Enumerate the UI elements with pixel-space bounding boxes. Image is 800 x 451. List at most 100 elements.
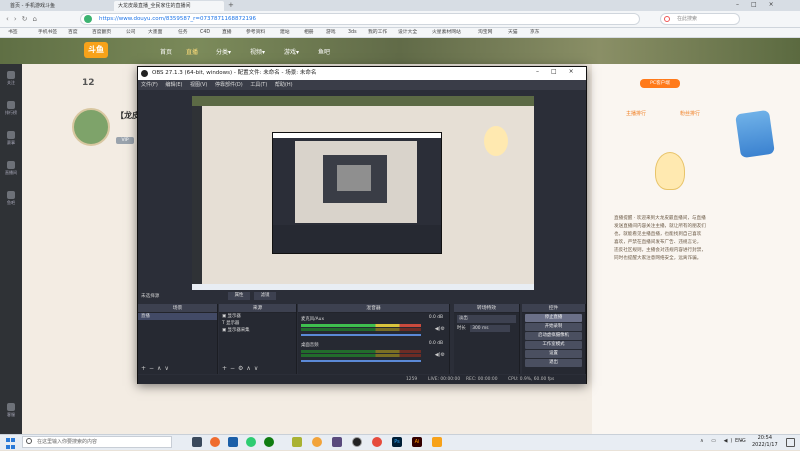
bookmark-item[interactable]: 我的工作 bbox=[368, 29, 387, 37]
properties-button[interactable]: 属性 bbox=[228, 292, 250, 300]
window-controls[interactable]: –□× bbox=[736, 1, 786, 8]
close-button[interactable]: × bbox=[769, 1, 786, 8]
filters-button[interactable]: 滤镜 bbox=[254, 292, 276, 300]
folder-icon[interactable] bbox=[432, 437, 442, 447]
stop-streaming-button[interactable]: 停止直播 bbox=[525, 314, 582, 322]
chrome-icon[interactable] bbox=[246, 437, 256, 447]
tab-streamer-rank[interactable]: 主播排行 bbox=[626, 110, 646, 117]
obs-taskbar-icon[interactable] bbox=[352, 437, 362, 447]
menu-help[interactable]: 帮助(H) bbox=[275, 82, 293, 88]
mute-icon[interactable]: ◀)⚙ bbox=[435, 352, 445, 358]
taskbar-search-input[interactable]: 在这里输入你要搜索的内容 bbox=[22, 436, 172, 448]
volume-slider[interactable] bbox=[301, 360, 421, 362]
studio-mode-button[interactable]: 工作室模式 bbox=[525, 341, 582, 349]
streamer-avatar[interactable] bbox=[72, 108, 110, 146]
bookmark-item[interactable]: 直播 bbox=[222, 29, 232, 37]
bookmark-item[interactable]: 游戏 bbox=[326, 29, 336, 37]
bookmark-item[interactable]: 火星素材网站 bbox=[432, 29, 461, 37]
back-icon[interactable]: ‹ bbox=[6, 15, 14, 23]
obs-window-controls[interactable]: –□× bbox=[536, 68, 586, 75]
bookmark-item[interactable]: 相册 bbox=[304, 29, 314, 37]
language-indicator[interactable]: ENG bbox=[735, 438, 746, 444]
duration-input[interactable]: 300 ms bbox=[470, 325, 511, 332]
settings-button[interactable]: 设置 bbox=[525, 350, 582, 358]
start-recording-button[interactable]: 开始录制 bbox=[525, 323, 582, 331]
volume-slider[interactable] bbox=[301, 334, 421, 336]
steam-icon[interactable] bbox=[228, 437, 238, 447]
new-tab-button[interactable]: + bbox=[228, 1, 234, 10]
reload-icon[interactable]: ↻ bbox=[22, 15, 33, 23]
url-input[interactable]: https://www.douyu.com/8359587_r=07378711… bbox=[80, 13, 640, 25]
task-view-icon[interactable] bbox=[192, 437, 202, 447]
bookmark-item[interactable]: 淘宝网 bbox=[478, 29, 492, 37]
menu-docks[interactable]: 停靠部件(D) bbox=[215, 82, 243, 88]
bookmark-item[interactable]: 3ds bbox=[348, 29, 357, 37]
rail-rank[interactable]: 排行榜 bbox=[2, 98, 20, 122]
bookmark-item[interactable]: 建站 bbox=[280, 29, 290, 37]
firefox-icon[interactable] bbox=[210, 437, 220, 447]
nav-category[interactable]: 分类▾ bbox=[216, 47, 231, 56]
menu-tools[interactable]: 工具(T) bbox=[250, 82, 267, 88]
minimize-button[interactable]: – bbox=[536, 68, 551, 75]
bookmark-item[interactable]: 百度 bbox=[68, 29, 78, 37]
nav-arrows[interactable]: ‹›↻⌂ bbox=[6, 15, 42, 23]
source-item[interactable]: T 显示器 bbox=[219, 320, 296, 327]
bookmark-item[interactable]: 设计大全 bbox=[398, 29, 417, 37]
menu-view[interactable]: 视图(V) bbox=[190, 82, 207, 88]
tab-home[interactable]: 首页 - 手机游戏斗鱼 bbox=[6, 1, 110, 11]
rail-events[interactable]: 赛事 bbox=[2, 128, 20, 152]
maximize-button[interactable]: □ bbox=[551, 68, 569, 75]
rail-rooms[interactable]: 直播间 bbox=[2, 158, 20, 182]
pc-client-button[interactable]: PC客户端 bbox=[640, 79, 680, 88]
tab-live-room[interactable]: 大龙皮最直播_全民家住的直播间 bbox=[114, 1, 224, 11]
start-button[interactable] bbox=[6, 437, 16, 449]
bookmark-item[interactable]: 天猫 bbox=[508, 29, 518, 37]
photoshop-icon[interactable]: Ps bbox=[392, 437, 402, 447]
rail-service[interactable]: 客服 bbox=[2, 400, 20, 424]
rail-fishbar[interactable]: 鱼吧 bbox=[2, 188, 20, 212]
xbox-icon[interactable] bbox=[264, 437, 274, 447]
scene-actions[interactable]: +−∧∨ bbox=[138, 364, 172, 373]
obs-window[interactable]: OBS 27.1.3 (64-bit, windows) - 配置文件: 未命名… bbox=[137, 66, 587, 384]
minimize-button[interactable]: – bbox=[736, 1, 751, 8]
source-actions[interactable]: +−⚙∧∨ bbox=[219, 364, 261, 373]
bookmark-item[interactable]: 手机书签 bbox=[38, 29, 57, 37]
source-item[interactable]: ▣ 显示器采集 bbox=[219, 327, 296, 334]
illustrator-icon[interactable]: Ai bbox=[412, 437, 422, 447]
netease-icon[interactable] bbox=[372, 437, 382, 447]
app-icon[interactable] bbox=[292, 437, 302, 447]
game-icon[interactable] bbox=[332, 437, 342, 447]
source-item[interactable]: ▣ 显示器 bbox=[219, 313, 296, 320]
douyu-icon[interactable] bbox=[312, 437, 322, 447]
mute-icon[interactable]: ◀)⚙ bbox=[435, 326, 445, 332]
nav-video[interactable]: 视频▾ bbox=[250, 47, 265, 56]
forward-icon[interactable]: › bbox=[14, 15, 22, 23]
clock[interactable]: 20:54 2022/1/17 bbox=[752, 435, 778, 449]
site-logo[interactable]: 斗鱼 bbox=[84, 42, 108, 58]
bookmark-item[interactable]: C4D bbox=[200, 29, 210, 37]
nav-games[interactable]: 游戏▾ bbox=[284, 47, 299, 56]
bookmark-item[interactable]: 百度翻页 bbox=[92, 29, 111, 37]
tab-fan-rank[interactable]: 粉丝排行 bbox=[680, 110, 700, 117]
bookmark-item[interactable]: 书签 bbox=[8, 29, 18, 37]
nav-home[interactable]: 首页 bbox=[160, 47, 172, 56]
nav-live[interactable]: 直播 bbox=[186, 47, 198, 56]
close-button[interactable]: × bbox=[569, 68, 586, 75]
virtual-camera-button[interactable]: 启动虚拟摄像机 bbox=[525, 332, 582, 340]
bookmark-item[interactable]: 任务 bbox=[178, 29, 188, 37]
exit-button[interactable]: 退出 bbox=[525, 359, 582, 367]
maximize-button[interactable]: □ bbox=[751, 1, 769, 8]
notification-icon[interactable] bbox=[786, 438, 795, 447]
bookmark-item[interactable]: 京东 bbox=[530, 29, 540, 37]
bookmark-item[interactable]: 大墨面 bbox=[148, 29, 162, 37]
obs-title-bar[interactable]: OBS 27.1.3 (64-bit, windows) - 配置文件: 未命名… bbox=[138, 67, 586, 80]
menu-file[interactable]: 文件(F) bbox=[141, 82, 158, 88]
home-icon[interactable]: ⌂ bbox=[33, 15, 42, 23]
transition-select[interactable]: 淡出 bbox=[457, 315, 516, 323]
menu-edit[interactable]: 编辑(E) bbox=[165, 82, 182, 88]
side-search-input[interactable]: 在此搜索 bbox=[660, 13, 740, 25]
bookmark-item[interactable]: 公司 bbox=[126, 29, 136, 37]
scene-item[interactable]: 直播 bbox=[138, 313, 217, 320]
rail-follow[interactable]: 关注 bbox=[2, 68, 20, 92]
bookmark-item[interactable]: 参考资料 bbox=[246, 29, 265, 37]
